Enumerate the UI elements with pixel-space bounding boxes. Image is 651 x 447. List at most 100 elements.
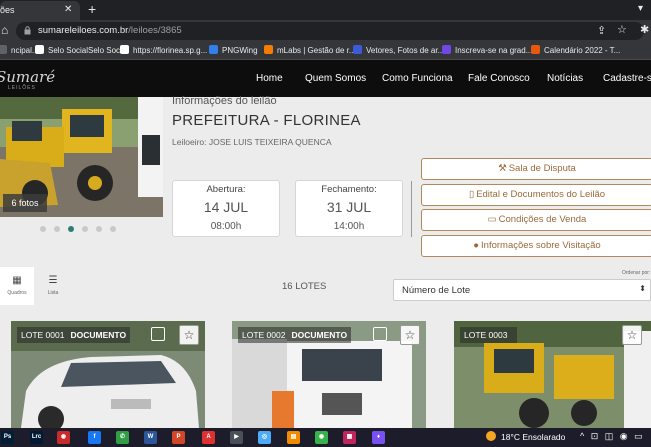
carousel-dot[interactable]	[54, 226, 60, 232]
nav-home[interactable]: Home	[256, 73, 283, 84]
carousel-dot[interactable]	[40, 226, 46, 232]
auction-info-label: Informações do leilão	[172, 95, 277, 107]
bookmark-label: Vetores, Fotos de ar...	[366, 46, 445, 55]
bookmark-label: https://florinea.sp.g...	[133, 46, 208, 55]
informacoes-visitacao-button[interactable]: ● Informações sobre Visitação	[421, 235, 651, 257]
view-list-label: Lista	[47, 290, 59, 296]
taskbar-app-icon[interactable]: Lrc	[30, 431, 43, 444]
camera-icon	[373, 327, 387, 341]
nav-fale-conosco[interactable]: Fale Conosco	[468, 73, 530, 84]
weather-widget[interactable]: 18°C Ensolarado	[486, 431, 565, 442]
view-grid-tab[interactable]: ▦ Quadros	[0, 267, 34, 305]
lot-card[interactable]: LOTE 0002 DOCUMENTO ☆	[232, 321, 426, 428]
address-bar[interactable]: sumareleiloes.com.br/leiloes/3865 ⇪ ☆	[16, 22, 644, 40]
opening-date-box: Abertura: 14 JUL 08:00h	[172, 180, 280, 237]
lot-header: LOTE 0002 DOCUMENTO	[238, 327, 352, 343]
bookmark-label: PNGWing	[222, 46, 258, 55]
lot-card[interactable]: LOTE 0001 DOCUMENTO ☆	[11, 321, 205, 428]
order-by-select[interactable]: Número de Lote ⬍	[393, 279, 651, 301]
new-tab-button[interactable]: +	[88, 1, 96, 17]
url-host: sumareleiloes.com.br	[38, 25, 129, 36]
nav-quem-somos[interactable]: Quem Somos	[305, 73, 366, 84]
money-icon: ▭	[487, 214, 497, 225]
close-tab-icon[interactable]: ✕	[64, 4, 72, 15]
home-icon[interactable]: ⌂	[1, 23, 8, 37]
view-grid-label: Quadros	[7, 290, 27, 296]
taskbar-app-icon[interactable]: ◉	[315, 431, 328, 444]
auctioneer-label: Leiloeiro:	[172, 137, 207, 147]
bookmark-item[interactable]: ncipal...	[0, 45, 39, 55]
taskbar-app-icon[interactable]: ▶	[230, 431, 243, 444]
favorite-star-icon[interactable]: ☆	[179, 325, 199, 345]
nav-noticias[interactable]: Notícias	[547, 73, 583, 84]
windows-taskbar: Ps Lrc ◉ f ✆ W P A ▶ ◎ ▤ ◉ ▦ ♦ 18°C Ensolarado ^ ⊡ ◫ …	[0, 428, 651, 447]
taskbar-app-icon[interactable]: Ps	[1, 431, 14, 444]
taskbar-app-icon[interactable]: ◎	[258, 431, 271, 444]
sala-de-disputa-button[interactable]: ⚒ Sala de Disputa	[421, 158, 651, 180]
map-marker-icon: ●	[473, 240, 480, 251]
lot-card[interactable]: LOTE 0003 ☆	[454, 321, 651, 428]
favorite-star-icon[interactable]: ☆	[400, 325, 420, 345]
lot-header: LOTE 0001 DOCUMENTO	[17, 327, 131, 343]
sun-icon	[486, 431, 496, 441]
tab-title: ões	[0, 5, 15, 15]
camera-icon	[151, 327, 165, 341]
browser-tab-bar: ões ✕ + ▾	[0, 0, 651, 20]
carousel-dot[interactable]	[82, 226, 88, 232]
system-tray[interactable]: ^ ⊡ ◫ ◉ ▭	[580, 431, 645, 442]
lot-tag: DOCUMENTO	[291, 330, 348, 340]
share-icon[interactable]: ⇪	[597, 24, 606, 37]
taskbar-app-icon[interactable]: ♦	[372, 431, 385, 444]
bookmark-favicon-icon	[35, 45, 44, 54]
auctioneer: Leiloeiro: JOSE LUIS TEIXEIRA QUENCA	[172, 137, 332, 147]
taskbar-app-icon[interactable]: ▦	[343, 431, 356, 444]
bookmark-star-icon[interactable]: ☆	[617, 23, 627, 36]
taskbar-app-icon[interactable]: A	[202, 431, 215, 444]
taskbar-app-icon[interactable]: f	[88, 431, 101, 444]
weather-condition: Ensolarado	[522, 432, 566, 442]
bookmark-item[interactable]: mLabs | Gestão de r...	[264, 45, 356, 55]
bookmark-item[interactable]: Calendário 2022 - T...	[531, 45, 620, 55]
carousel-dot[interactable]	[96, 226, 102, 232]
tab-search-icon[interactable]: ▾	[638, 3, 643, 14]
bookmark-favicon-icon	[442, 45, 451, 54]
order-by-value: Número de Lote	[402, 285, 471, 296]
bookmark-item[interactable]: Inscreva-se na grad...	[442, 45, 532, 55]
lot-number: LOTE 0002	[242, 330, 286, 340]
lot-number: LOTE 0001	[21, 330, 65, 340]
lot-header: LOTE 0003	[460, 327, 518, 343]
carousel-dot[interactable]	[68, 226, 74, 232]
bookmark-item[interactable]: Vetores, Fotos de ar...	[353, 45, 444, 55]
favorite-star-icon[interactable]: ☆	[622, 325, 642, 345]
bookmark-favicon-icon	[209, 45, 218, 54]
bookmark-item[interactable]: Selo SocialSelo Social	[35, 45, 128, 55]
closing-label: Fechamento:	[321, 184, 377, 195]
photo-count-badge[interactable]: 6 fotos	[3, 194, 47, 212]
site-logo[interactable]: Sumaré	[0, 68, 55, 86]
document-icon: ▯	[468, 189, 475, 200]
taskbar-app-icon[interactable]: ◉	[57, 431, 70, 444]
extensions-icon[interactable]: ✱	[640, 23, 649, 36]
view-list-tab[interactable]: ☰ Lista	[36, 267, 70, 305]
condicoes-venda-button[interactable]: ▭ Condições de Venda	[421, 209, 651, 231]
lots-count: 16 LOTES	[282, 281, 327, 292]
nav-cadastre-se[interactable]: Cadastre-se	[603, 73, 651, 84]
auction-title: PREFEITURA - FLORINEA	[172, 112, 361, 129]
carousel-dot[interactable]	[110, 226, 116, 232]
closing-date-box: Fechamento: 31 JUL 14:00h	[295, 180, 403, 237]
taskbar-app-icon[interactable]: W	[144, 431, 157, 444]
taskbar-app-icon[interactable]: ✆	[116, 431, 129, 444]
bookmark-item[interactable]: https://florinea.sp.g...	[120, 45, 207, 55]
browser-tab-active[interactable]: ões ✕	[0, 1, 80, 20]
edital-documentos-button[interactable]: ▯ Edital e Documentos do Leilão	[421, 184, 651, 206]
lot-tag: DOCUMENTO	[70, 330, 127, 340]
taskbar-app-icon[interactable]: P	[172, 431, 185, 444]
taskbar-app-icon[interactable]: ▤	[287, 431, 300, 444]
opening-label: Abertura:	[206, 184, 246, 195]
bookmark-item[interactable]: PNGWing	[209, 45, 258, 55]
bookmark-label: Selo SocialSelo Social	[48, 46, 129, 55]
nav-como-funciona[interactable]: Como Funciona	[382, 73, 453, 84]
lock-icon[interactable]	[24, 26, 31, 35]
bookmark-favicon-icon	[264, 45, 273, 54]
weather-temperature: 18°C	[501, 432, 520, 442]
